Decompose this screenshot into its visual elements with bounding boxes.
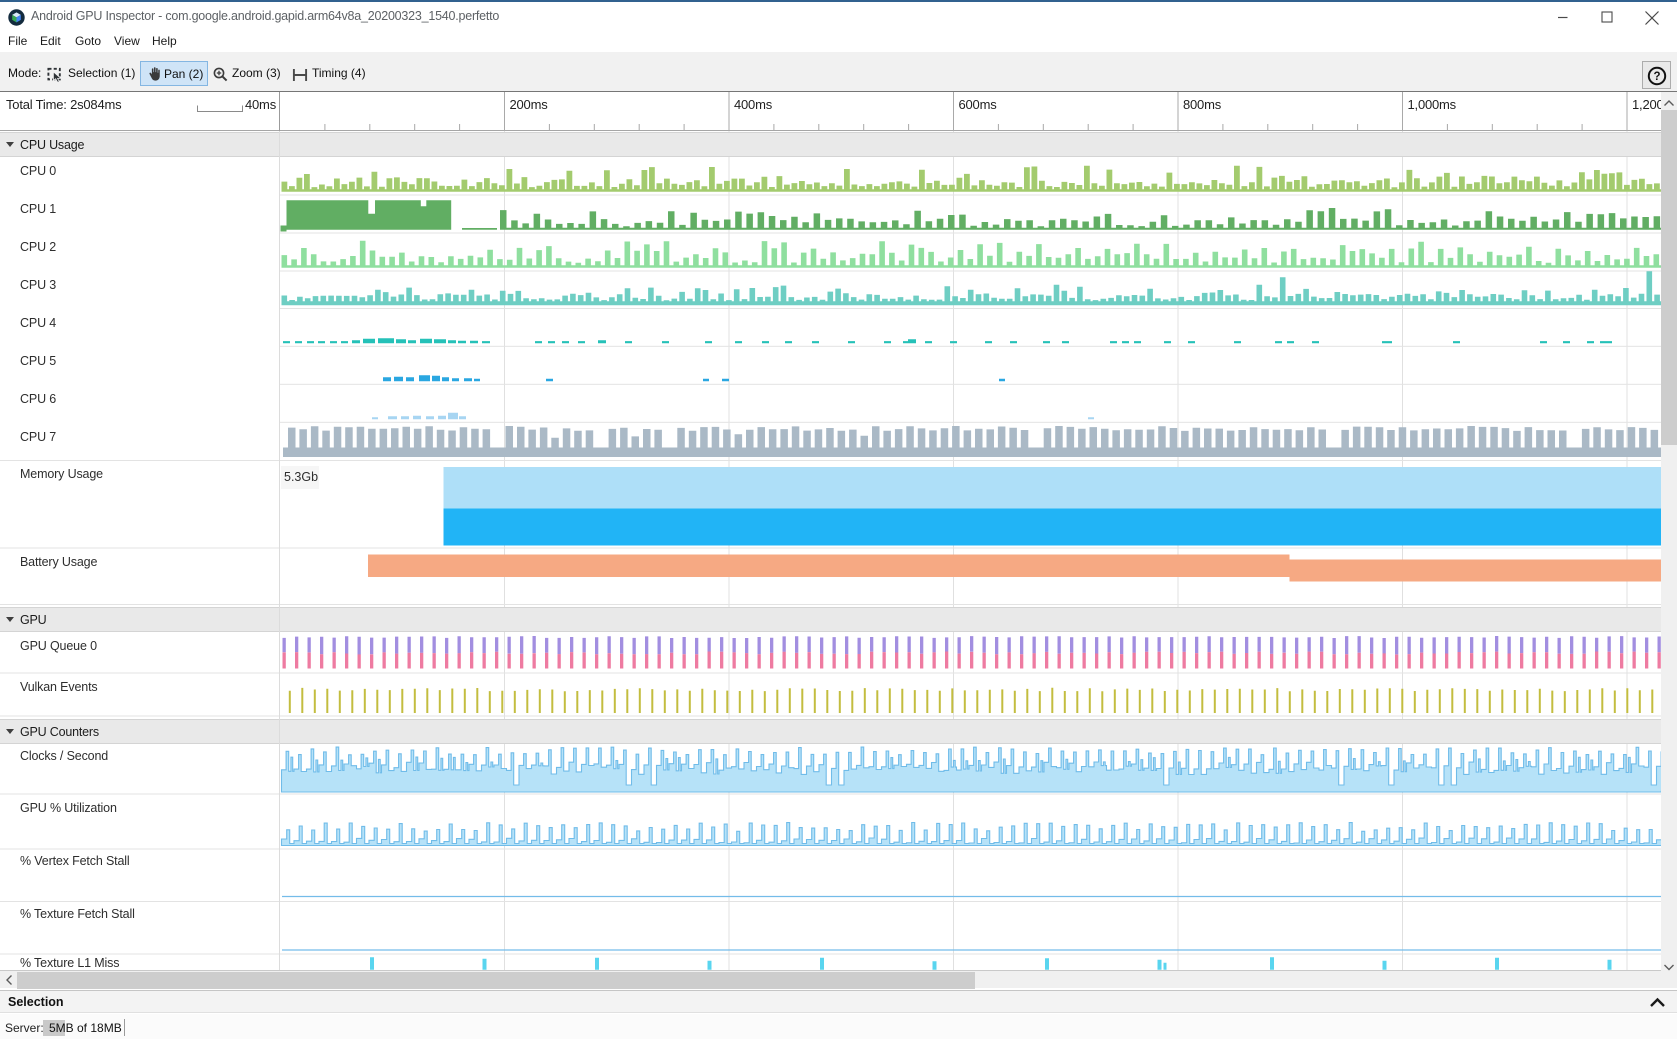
svg-text:?: ? [1653, 71, 1660, 83]
